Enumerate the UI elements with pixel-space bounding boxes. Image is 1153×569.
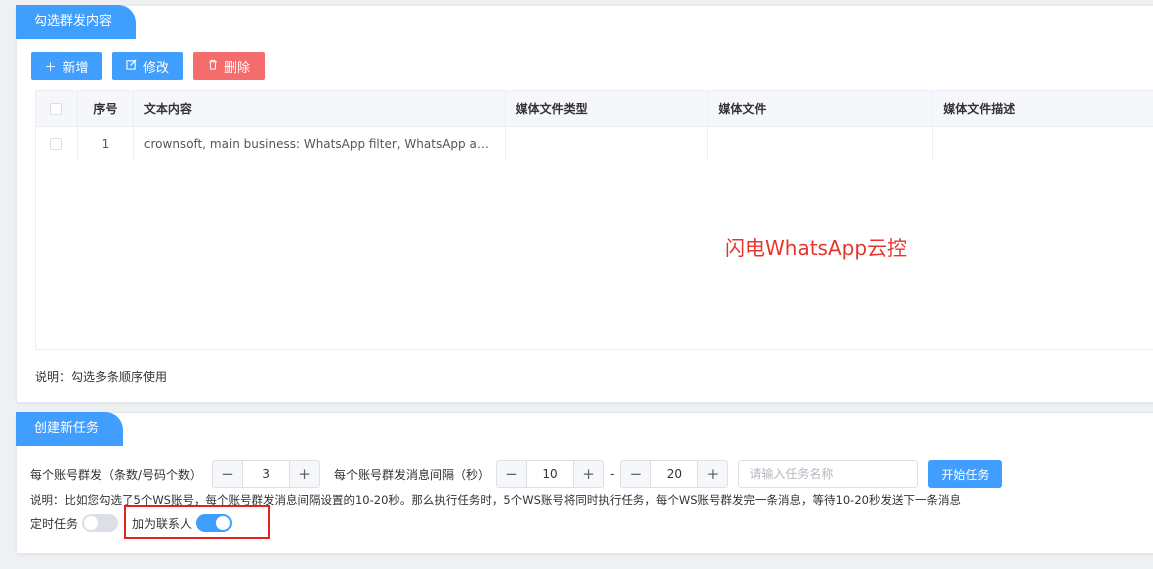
- usage-note: 说明：勾选多条顺序使用: [35, 370, 168, 384]
- edit-button[interactable]: 修改: [112, 52, 183, 80]
- row-media-file: [708, 127, 934, 161]
- interval-min-value[interactable]: 10: [527, 461, 573, 487]
- scheduled-task-toggle[interactable]: [82, 514, 119, 532]
- add-button[interactable]: ＋ 新增: [31, 52, 102, 80]
- edit-icon: [126, 59, 137, 73]
- header-media-file: 媒体文件: [708, 91, 934, 126]
- delete-button[interactable]: 删除: [193, 52, 265, 80]
- interval-max-value[interactable]: 20: [651, 461, 697, 487]
- decrement-button[interactable]: −: [213, 461, 244, 487]
- row-text: crownsoft, main business: WhatsApp filte…: [134, 127, 506, 161]
- header-media-type: 媒体文件类型: [506, 91, 709, 126]
- per-account-label: 每个账号群发（条数/号码个数）: [30, 467, 203, 482]
- row-media-type: [506, 127, 709, 161]
- row-media-desc: [933, 127, 1153, 161]
- row-checkbox[interactable]: [36, 127, 78, 161]
- watermark-text: 闪电WhatsApp云控: [725, 236, 908, 260]
- section-title-content: 勾选群发内容: [16, 5, 137, 39]
- delete-button-label: 删除: [223, 60, 250, 76]
- increment-button[interactable]: +: [289, 461, 320, 487]
- edit-button-label: 修改: [142, 60, 169, 76]
- row-no: 1: [78, 127, 134, 161]
- header-text: 文本内容: [134, 91, 506, 126]
- increment-button[interactable]: +: [697, 461, 728, 487]
- task-name-input[interactable]: [738, 460, 919, 488]
- table-row[interactable]: 1 crownsoft, main business: WhatsApp fil…: [36, 126, 1153, 161]
- increment-button[interactable]: +: [573, 461, 604, 487]
- content-select-panel: 勾选群发内容 ＋ 新增 修改 删除 序号 文本内容 媒体文件类型 媒体文件 媒体…: [16, 5, 1153, 403]
- decrement-button[interactable]: −: [497, 461, 528, 487]
- select-all-checkbox[interactable]: [36, 91, 78, 126]
- decrement-button[interactable]: −: [621, 461, 652, 487]
- task-settings-row: 每个账号群发（条数/号码个数） − 3 + 每个账号群发消息间隔（秒） − 10…: [30, 460, 1003, 488]
- highlight-annotation-box: [124, 505, 270, 539]
- trash-icon: [208, 59, 218, 73]
- per-account-stepper[interactable]: − 3 +: [212, 460, 321, 488]
- plus-icon: ＋: [44, 59, 57, 74]
- header-no: 序号: [78, 91, 134, 126]
- section-title-create-task: 创建新任务: [16, 412, 124, 446]
- interval-min-stepper[interactable]: − 10 +: [496, 460, 605, 488]
- interval-label: 每个账号群发消息间隔（秒）: [334, 467, 491, 482]
- header-media-desc: 媒体文件描述: [943, 102, 1016, 116]
- scheduled-task-label: 定时任务: [30, 516, 79, 531]
- start-task-button[interactable]: 开始任务: [928, 460, 1003, 488]
- content-table: 序号 文本内容 媒体文件类型 媒体文件 媒体文件描述 1 crownsoft, …: [35, 90, 1153, 350]
- interval-separator: -: [610, 467, 615, 481]
- per-account-value[interactable]: 3: [243, 461, 289, 487]
- interval-max-stepper[interactable]: − 20 +: [620, 460, 729, 488]
- add-button-label: 新增: [62, 60, 89, 76]
- table-header: 序号 文本内容 媒体文件类型 媒体文件 媒体文件描述: [36, 91, 1153, 126]
